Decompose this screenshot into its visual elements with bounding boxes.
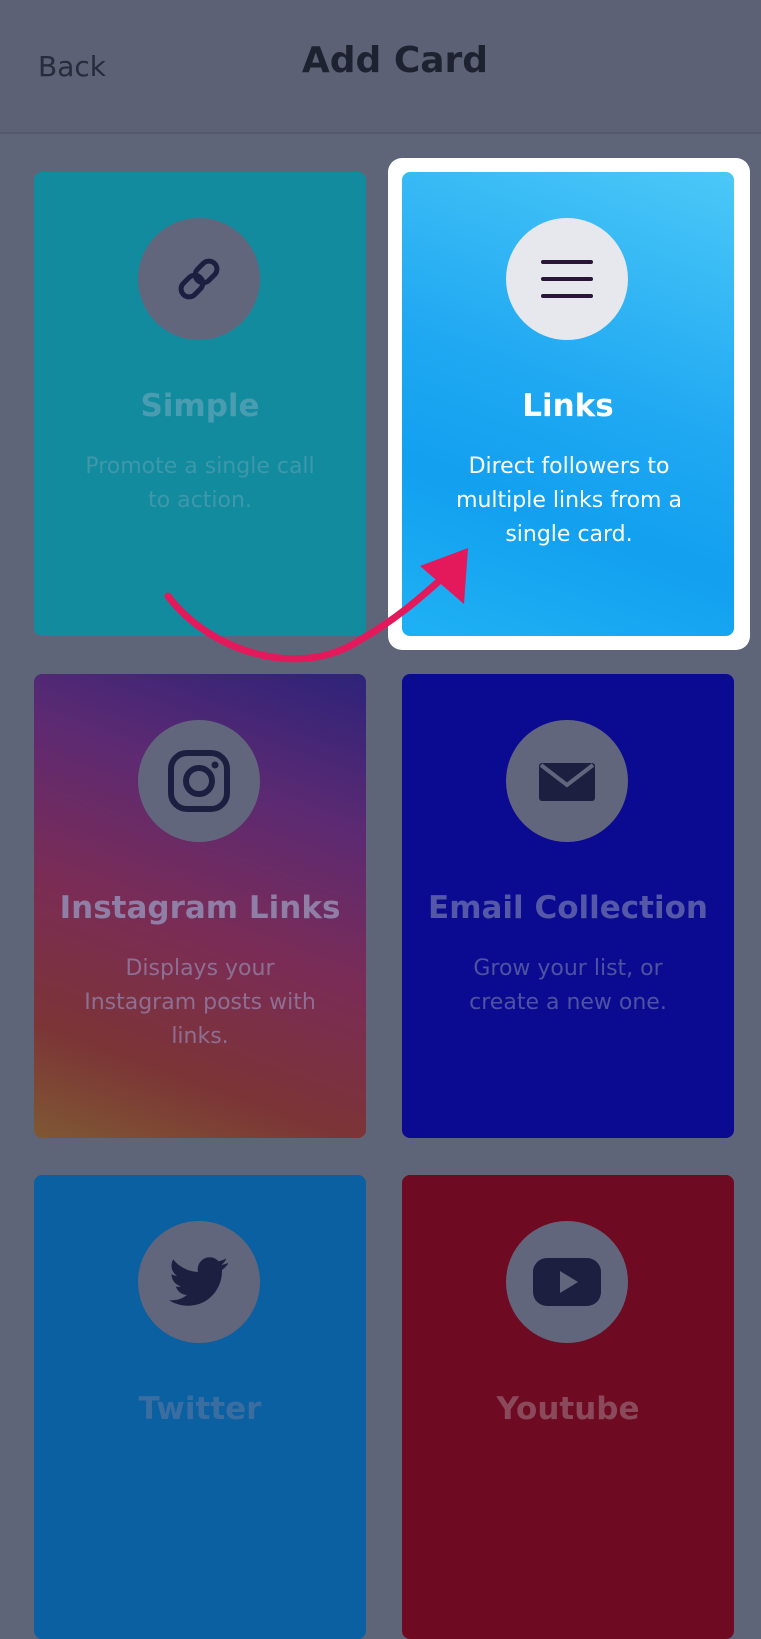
envelope-icon bbox=[539, 763, 595, 801]
card-links[interactable]: Links Direct followers to multiple links… bbox=[402, 172, 734, 636]
card-email-title: Email Collection bbox=[428, 890, 708, 926]
card-links-description: Direct followers to multiple links from … bbox=[456, 454, 682, 547]
card-email-description: Grow your list, or create a new one. bbox=[469, 956, 667, 1015]
card-email-icon-circle bbox=[506, 720, 628, 842]
card-links-title: Links bbox=[522, 388, 614, 424]
card-instagram-description: Displays your Instagram posts with links… bbox=[84, 956, 316, 1049]
link-icon bbox=[178, 258, 220, 300]
card-instagram-icon-circle bbox=[138, 720, 260, 842]
card-twitter[interactable]: Twitter bbox=[34, 1175, 366, 1639]
menu-lines-icon bbox=[541, 260, 593, 298]
card-simple[interactable]: Simple Promote a single call to action. bbox=[34, 172, 366, 636]
card-twitter-icon-circle bbox=[138, 1221, 260, 1343]
card-instagram-title: Instagram Links bbox=[59, 890, 341, 926]
card-links-icon-circle bbox=[506, 218, 628, 340]
card-simple-icon-circle bbox=[138, 218, 260, 340]
card-instagram-links[interactable]: Instagram Links Displays your Instagram … bbox=[34, 674, 366, 1138]
twitter-bird-icon bbox=[169, 1257, 228, 1306]
card-simple-title: Simple bbox=[140, 388, 260, 424]
instagram-icon bbox=[168, 750, 230, 812]
card-simple-description: Promote a single call to action. bbox=[85, 454, 315, 513]
card-email-collection[interactable]: Email Collection Grow your list, or crea… bbox=[402, 674, 734, 1138]
card-youtube[interactable]: Youtube bbox=[402, 1175, 734, 1639]
youtube-play-icon bbox=[533, 1258, 601, 1306]
card-youtube-title: Youtube bbox=[496, 1391, 640, 1427]
page-title: Add Card bbox=[301, 40, 489, 81]
header-bar: Back Add Card bbox=[0, 0, 761, 134]
card-twitter-title: Twitter bbox=[138, 1391, 262, 1427]
card-youtube-icon-circle bbox=[506, 1221, 628, 1343]
